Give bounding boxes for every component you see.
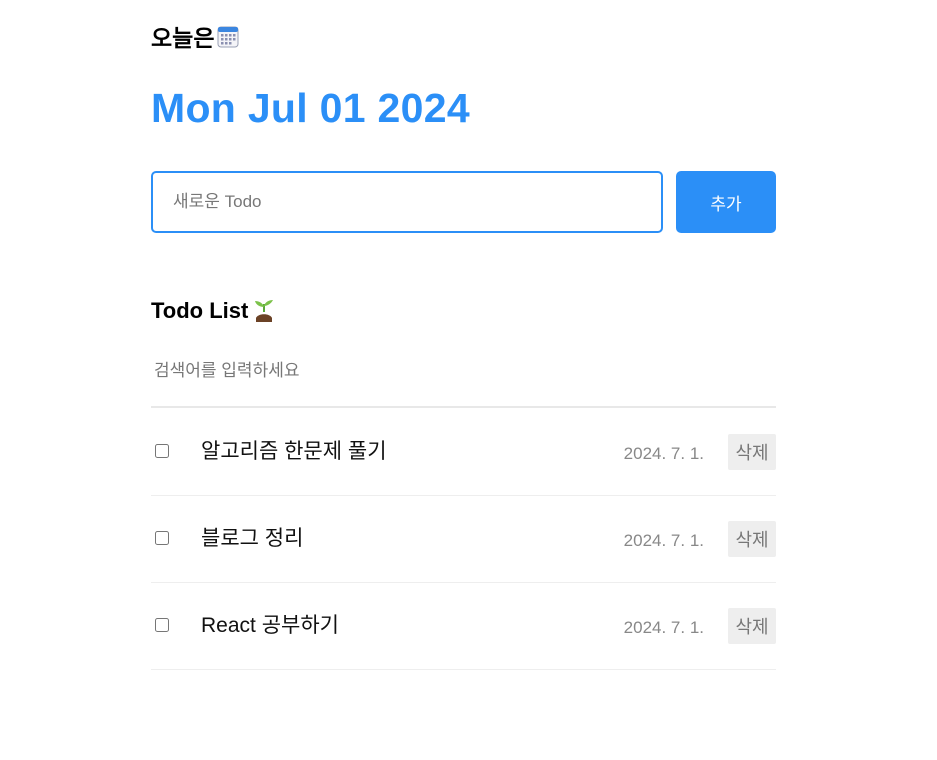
delete-button[interactable]: 삭제 (728, 608, 776, 644)
new-todo-input[interactable] (151, 171, 663, 233)
add-button[interactable]: 추가 (676, 171, 776, 233)
todo-list: 알고리즘 한문제 풀기 2024. 7. 1. 삭제 블로그 정리 2024. … (151, 409, 776, 670)
todo-content: 알고리즘 한문제 풀기 (201, 440, 387, 463)
todo-checkbox[interactable] (155, 618, 169, 632)
todo-date: 2024. 7. 1. (623, 444, 704, 463)
calendar-icon (217, 24, 239, 48)
todo-checkbox[interactable] (155, 531, 169, 545)
todo-app: 오늘은 Mon Jul 01 2024 새로운 Todo 추가 Todo Lis… (0, 0, 937, 760)
todo-content: React 공부하기 (201, 614, 339, 637)
delete-button[interactable]: 삭제 (728, 434, 776, 470)
date-title: Mon Jul 01 2024 (151, 85, 470, 131)
todo-item: 알고리즘 한문제 풀기 2024. 7. 1. 삭제 (151, 409, 776, 496)
todo-date: 2024. 7. 1. (623, 618, 704, 637)
todo-item: React 공부하기 2024. 7. 1. 삭제 (151, 583, 776, 670)
todo-date: 2024. 7. 1. (623, 531, 704, 550)
delete-button[interactable]: 삭제 (728, 521, 776, 557)
search-input[interactable] (151, 352, 776, 408)
todo-content: 블로그 정리 (201, 527, 304, 550)
todo-checkbox[interactable] (155, 444, 169, 458)
header-today: 오늘은 (151, 20, 239, 52)
today-label: 오늘은 (151, 25, 215, 51)
todo-item: 블로그 정리 2024. 7. 1. 삭제 (151, 496, 776, 583)
sprout-icon (252, 298, 276, 324)
list-title: Todo List (151, 295, 276, 327)
list-title-text: Todo List (151, 298, 249, 323)
